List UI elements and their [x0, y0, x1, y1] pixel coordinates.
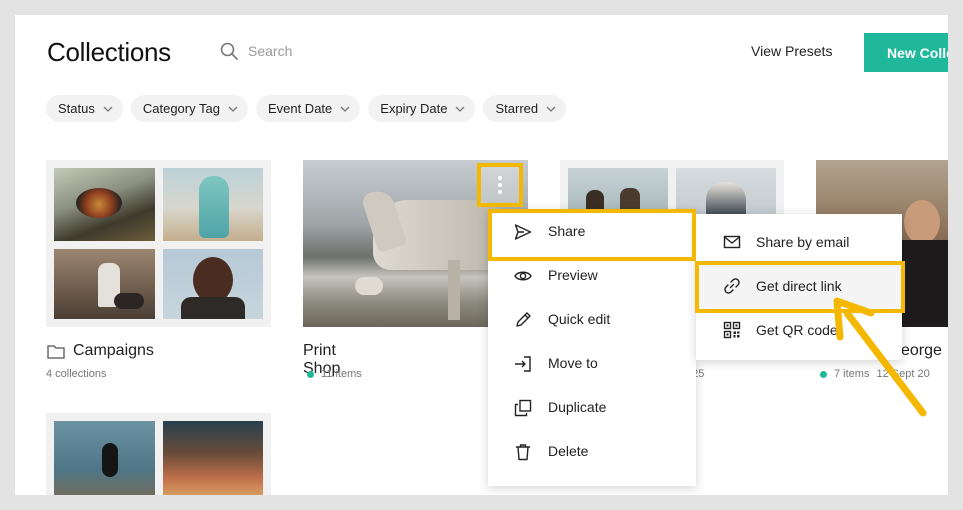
thumbnail-food-bowl — [54, 168, 155, 241]
page-title: Collections — [47, 37, 171, 67]
submenu-item-get-direct-link[interactable]: Get direct link — [696, 264, 902, 308]
menu-item-label: Move to — [548, 355, 598, 371]
trash-icon — [516, 444, 530, 461]
filter-label: Expiry Date — [380, 101, 448, 116]
menu-item-label: Preview — [548, 267, 598, 283]
card-title: Campaigns — [73, 342, 154, 359]
menu-item-quick-edit[interactable]: Quick edit — [488, 298, 696, 342]
menu-item-label: Quick edit — [548, 311, 611, 327]
card-subtitle: 11 items — [321, 368, 362, 380]
submenu-item-label: Get QR code — [756, 322, 838, 338]
submenu-item-get-qr-code[interactable]: Get QR code — [696, 308, 902, 352]
kebab-menu-icon — [498, 176, 502, 194]
menu-item-delete[interactable]: Delete — [488, 430, 696, 474]
pencil-icon — [516, 312, 531, 327]
thumbnail-portrait — [163, 249, 263, 319]
menu-item-label: Delete — [548, 443, 589, 459]
folder-thumbnail-grid — [46, 160, 271, 327]
filter-category-tag[interactable]: Category Tag — [130, 95, 248, 122]
card-subtitle-count: 7 items — [834, 368, 870, 380]
duplicate-icon — [514, 399, 532, 417]
filter-starred[interactable]: Starred — [483, 95, 567, 122]
view-presets-link[interactable]: View Presets — [751, 43, 832, 59]
card-subtitle-date: 12 Sept 20 — [876, 368, 930, 380]
filter-expiry-date[interactable]: Expiry Date — [368, 95, 476, 122]
submenu-item-share-by-email[interactable]: Share by email — [696, 220, 902, 264]
thumbnail-fashion-blue — [163, 168, 263, 241]
filter-label: Status — [58, 101, 95, 116]
qr-code-icon — [723, 321, 741, 339]
chevron-down-icon — [340, 106, 350, 112]
submenu-item-label: Get direct link — [756, 278, 842, 294]
search-bar[interactable]: Search — [220, 42, 292, 60]
menu-item-preview[interactable]: Preview — [488, 254, 696, 298]
submenu-item-label: Share by email — [756, 234, 850, 250]
filter-event-date[interactable]: Event Date — [255, 95, 361, 122]
move-to-icon — [515, 356, 531, 372]
send-icon — [514, 224, 532, 240]
eye-icon — [514, 271, 532, 281]
menu-item-move-to[interactable]: Move to — [488, 342, 696, 386]
filter-label: Event Date — [267, 101, 333, 116]
chevron-down-icon — [456, 106, 465, 112]
new-collection-button[interactable]: New Colle — [864, 33, 948, 72]
collection-thumbnail-grid — [46, 413, 271, 495]
share-submenu: Share by email Get direct link Get QR co… — [696, 214, 902, 360]
status-dot — [820, 370, 827, 378]
chevron-down-icon — [228, 106, 238, 112]
chevron-down-icon — [546, 106, 556, 112]
search-input[interactable]: Search — [248, 43, 292, 59]
menu-item-share[interactable]: Share — [488, 210, 696, 254]
filter-label: Starred — [495, 101, 539, 116]
filter-status[interactable]: Status — [46, 95, 123, 122]
menu-item-label: Share — [548, 223, 586, 239]
context-menu: Share Preview Quick edit Move to Duplica… — [488, 210, 696, 486]
chevron-down-icon — [103, 106, 113, 112]
thumbnail-scooter — [54, 249, 155, 319]
filter-label: Category Tag — [142, 101, 220, 116]
envelope-icon — [723, 235, 741, 249]
card-subtitle: 4 collections — [46, 368, 107, 380]
status-dot — [307, 370, 314, 378]
menu-item-duplicate[interactable]: Duplicate — [488, 386, 696, 430]
thumbnail-coastal-village — [163, 421, 263, 495]
card-title: eorge — [901, 342, 942, 359]
more-options-button[interactable] — [481, 167, 519, 203]
link-icon — [724, 278, 740, 294]
thumbnail-puffin — [54, 421, 155, 495]
search-icon — [220, 42, 238, 60]
menu-item-label: Duplicate — [548, 399, 607, 415]
folder-icon — [47, 344, 65, 359]
filter-bar: Status Category Tag Event Date Expiry Da… — [46, 95, 567, 122]
app-canvas: Collections Search View Presets New Coll… — [15, 15, 948, 495]
